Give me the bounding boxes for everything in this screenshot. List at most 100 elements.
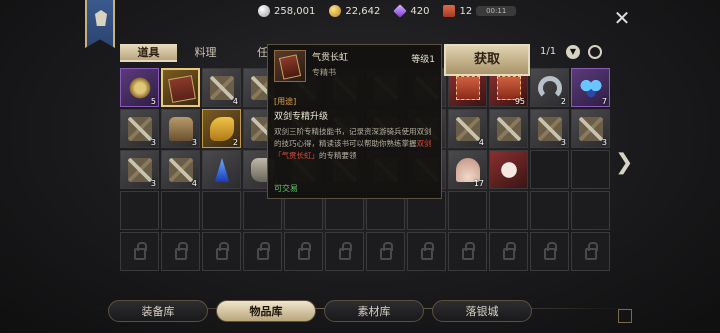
lock-icon bbox=[257, 242, 270, 260]
category-tabs: 道具 料理 任 bbox=[120, 44, 291, 62]
item-slot[interactable]: 3 bbox=[120, 109, 159, 148]
item-slot[interactable]: 17 bbox=[448, 150, 487, 189]
locked-slot bbox=[530, 232, 569, 271]
horseshoe-icon bbox=[538, 76, 562, 100]
lock-icon bbox=[421, 242, 434, 260]
locked-slot bbox=[284, 232, 323, 271]
empty-slot[interactable] bbox=[120, 191, 159, 230]
item-slot[interactable]: 4 bbox=[161, 150, 200, 189]
butterfly-icon bbox=[579, 76, 603, 100]
item-slot[interactable]: 3 bbox=[530, 109, 569, 148]
locked-slot bbox=[325, 232, 364, 271]
item-slot[interactable]: 3 bbox=[161, 109, 200, 148]
silver-amount: 258,001 bbox=[274, 5, 316, 17]
item-slot[interactable]: 2 bbox=[202, 109, 241, 148]
tab-city[interactable]: 落银城 bbox=[432, 300, 532, 322]
locked-slot bbox=[448, 232, 487, 271]
sword-icon bbox=[210, 76, 234, 100]
sword-icon bbox=[128, 117, 152, 141]
item-count: 3 bbox=[601, 138, 607, 147]
item-slot[interactable]: 7 bbox=[571, 68, 610, 107]
item-count: 4 bbox=[478, 138, 484, 147]
tab-items[interactable]: 道具 bbox=[120, 44, 177, 62]
gold-amount: 22,642 bbox=[345, 5, 381, 17]
empty-slot[interactable] bbox=[571, 150, 610, 189]
item-slot[interactable]: 2 bbox=[530, 68, 569, 107]
chevron-down-icon[interactable]: ▼ bbox=[566, 45, 580, 59]
empty-slot[interactable] bbox=[161, 191, 200, 230]
gear-icon bbox=[128, 76, 152, 100]
gold-resource[interactable]: 22,642 bbox=[329, 5, 380, 17]
sword-icon bbox=[538, 117, 562, 141]
page-indicator: 1/1 bbox=[540, 46, 557, 57]
item-slot[interactable]: 5 bbox=[120, 68, 159, 107]
timer-bar: 00:11 bbox=[476, 6, 517, 16]
lock-icon bbox=[380, 242, 393, 260]
empty-slot[interactable] bbox=[489, 191, 528, 230]
tab-materials[interactable]: 素材库 bbox=[324, 300, 424, 322]
gold-coin-icon bbox=[329, 5, 342, 17]
fish-icon bbox=[210, 117, 234, 141]
locked-slot bbox=[366, 232, 405, 271]
lock-icon bbox=[544, 242, 557, 260]
item-count: 3 bbox=[150, 179, 156, 188]
cat-icon bbox=[497, 158, 521, 182]
item-slot[interactable] bbox=[489, 150, 528, 189]
sword-icon bbox=[456, 117, 480, 141]
guild-banner[interactable] bbox=[85, 0, 115, 48]
item-count: 3 bbox=[191, 138, 197, 147]
item-slot[interactable]: 3 bbox=[571, 109, 610, 148]
item-count: 17 bbox=[473, 179, 484, 188]
resource-bar: 258,001 22,642 420 12 00:11 bbox=[258, 3, 530, 19]
item-slot[interactable] bbox=[489, 109, 528, 148]
item-slot[interactable] bbox=[161, 68, 200, 107]
sword-icon bbox=[128, 158, 152, 182]
sword-icon bbox=[497, 117, 521, 141]
locked-slot bbox=[202, 232, 241, 271]
get-button[interactable]: 获取 bbox=[444, 44, 530, 76]
item-slot[interactable] bbox=[202, 150, 241, 189]
item-count: 4 bbox=[232, 97, 238, 106]
empty-slot[interactable] bbox=[571, 191, 610, 230]
item-description: 双剑三阶专精技能书，记录资深游骑兵使用双剑的技巧心得，精读该书可以帮助你熟练掌握… bbox=[274, 127, 432, 160]
tab-cooking[interactable]: 料理 bbox=[177, 44, 234, 62]
item-slot[interactable]: 4 bbox=[448, 109, 487, 148]
sword-icon bbox=[169, 158, 193, 182]
item-count: 5 bbox=[150, 97, 156, 106]
chevron-right-icon[interactable]: ❯ bbox=[615, 150, 633, 175]
item-count: 7 bbox=[601, 97, 607, 106]
item-count: 2 bbox=[560, 97, 566, 106]
silver-coin-icon bbox=[258, 5, 270, 17]
item-slot[interactable]: 4 bbox=[202, 68, 241, 107]
refresh-icon[interactable] bbox=[588, 45, 602, 59]
shield-icon bbox=[95, 10, 107, 26]
tab-equipment[interactable]: 装备库 bbox=[108, 300, 208, 322]
empty-slot[interactable] bbox=[448, 191, 487, 230]
lock-icon bbox=[134, 242, 147, 260]
item-name: 气贯长虹 bbox=[312, 53, 349, 63]
book-icon bbox=[168, 75, 196, 103]
lock-icon bbox=[298, 242, 311, 260]
empty-slot[interactable] bbox=[530, 191, 569, 230]
locked-slot bbox=[489, 232, 528, 271]
ticket-resource[interactable]: 12 00:11 bbox=[443, 5, 517, 17]
ticket-icon bbox=[456, 76, 480, 100]
usage-title: 双剑专精升级 bbox=[274, 112, 329, 122]
gem-resource[interactable]: 420 bbox=[393, 4, 429, 18]
skill-book-icon bbox=[274, 50, 306, 82]
bag-icon bbox=[169, 117, 193, 141]
item-count: 2 bbox=[232, 138, 238, 147]
lock-icon bbox=[216, 242, 229, 260]
ticket-amount: 12 bbox=[459, 5, 473, 17]
expand-icon[interactable] bbox=[618, 309, 632, 323]
empty-slot[interactable] bbox=[530, 150, 569, 189]
locked-slot bbox=[120, 232, 159, 271]
empty-slot[interactable] bbox=[202, 191, 241, 230]
silver-resource[interactable]: 258,001 bbox=[258, 5, 315, 17]
gem-icon bbox=[393, 4, 408, 18]
tab-inventory[interactable]: 物品库 bbox=[216, 300, 316, 322]
crystal-icon bbox=[214, 158, 230, 182]
locked-slot bbox=[161, 232, 200, 271]
item-slot[interactable]: 3 bbox=[120, 150, 159, 189]
close-icon[interactable]: ✕ bbox=[612, 8, 632, 28]
